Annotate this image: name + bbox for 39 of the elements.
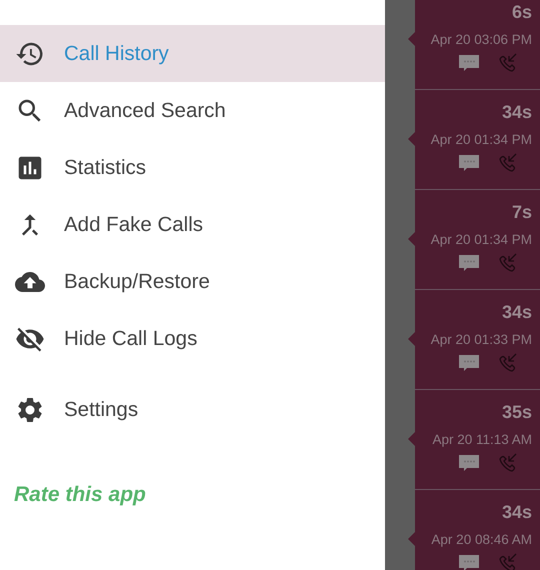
menu-label: Advanced Search [64,98,226,122]
card-pointer [408,32,415,46]
menu-item[interactable]: Statistics [0,139,385,196]
menu-item[interactable]: Call History [0,25,385,82]
message-icon[interactable] [458,254,480,272]
call-duration: 6s [512,2,532,23]
call-duration: 34s [502,502,532,523]
card-pointer [408,132,415,146]
call-time: Apr 20 08:46 AM [431,532,532,547]
card-pointer [408,432,415,446]
call-time: Apr 20 01:34 PM [430,232,532,247]
menu-label: Settings [64,398,138,422]
call-duration: 35s [502,402,532,423]
call-duration: 7s [512,202,532,223]
menu-item[interactable]: Advanced Search [0,82,385,139]
menu-label: Add Fake Calls [64,212,204,236]
rate-app-link[interactable]: Rate this app [14,483,146,507]
message-icon[interactable] [458,454,480,472]
message-icon[interactable] [458,154,480,172]
menu-label: Hide Call Logs [64,326,198,350]
call-duration: 34s [502,102,532,123]
call-time: Apr 20 01:34 PM [430,132,532,147]
call-time: Apr 20 01:33 PM [430,332,532,347]
card-pointer [408,232,415,246]
menu-item[interactable]: Hide Call Logs [0,310,385,367]
call-duration: 34s [502,302,532,323]
message-icon[interactable] [458,54,480,72]
menu-item[interactable]: Add Fake Calls [0,196,385,253]
call-time: Apr 20 11:13 AM [432,432,532,447]
menu-label: Call History [64,42,169,66]
menu-item[interactable]: Backup/Restore [0,253,385,310]
menu-item[interactable]: Settings [0,381,385,438]
message-icon[interactable] [458,554,480,570]
call-time: Apr 20 03:06 PM [430,32,532,47]
menu-label: Backup/Restore [64,270,210,294]
card-pointer [408,532,415,546]
message-icon[interactable] [458,354,480,372]
menu-label: Statistics [64,156,146,180]
card-pointer [408,332,415,346]
